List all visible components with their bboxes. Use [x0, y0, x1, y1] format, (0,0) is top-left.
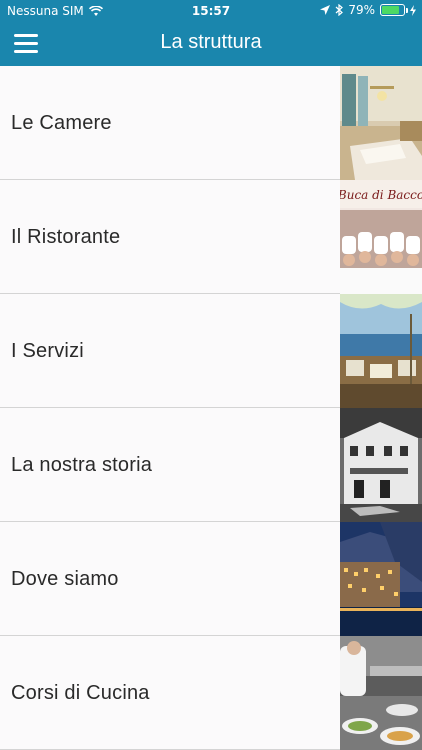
list-item-i-servizi[interactable]: I Servizi: [0, 294, 422, 408]
historic-building-bw-photo: [340, 408, 422, 522]
list-item-label: I Servizi: [11, 340, 84, 362]
list-item-la-nostra-storia[interactable]: La nostra storia: [0, 408, 422, 522]
list-item-dove-siamo[interactable]: Dove siamo: [0, 522, 422, 636]
battery-percentage: 79%: [348, 3, 375, 17]
section-list: Le Camere Il Ristorante Buca di Bacco I …: [0, 66, 422, 750]
list-item-il-ristorante[interactable]: Il Ristorante Buca di Bacco: [0, 180, 422, 294]
list-item-le-camere[interactable]: Le Camere: [0, 66, 422, 180]
restaurant-sign-text: Buca di Bacco: [340, 188, 422, 202]
list-item-label: Corsi di Cucina: [11, 682, 150, 704]
charging-bolt-icon: [410, 4, 416, 16]
page-title: La struttura: [160, 31, 262, 53]
terrace-sea-view-photo: [340, 294, 422, 408]
location-arrow-icon: [320, 5, 331, 15]
app-header: Nessuna SIM 15:57 79% La struttura: [0, 0, 422, 66]
list-item-label: Dove siamo: [11, 568, 119, 590]
bluetooth-icon: [335, 4, 344, 16]
hotel-room-photo: [340, 66, 422, 180]
status-bar: Nessuna SIM 15:57 79%: [0, 0, 422, 22]
list-item-label: Le Camere: [11, 112, 112, 134]
positano-night-photo: [340, 522, 422, 636]
list-item-corsi-di-cucina[interactable]: Corsi di Cucina: [0, 636, 422, 750]
battery-icon: [380, 4, 408, 16]
cooking-class-photo: [340, 636, 422, 750]
navigation-bar: La struttura: [0, 22, 422, 66]
chefs-team-photo: Buca di Bacco: [340, 180, 422, 294]
list-item-label: Il Ristorante: [11, 226, 121, 248]
list-item-label: La nostra storia: [11, 454, 153, 476]
